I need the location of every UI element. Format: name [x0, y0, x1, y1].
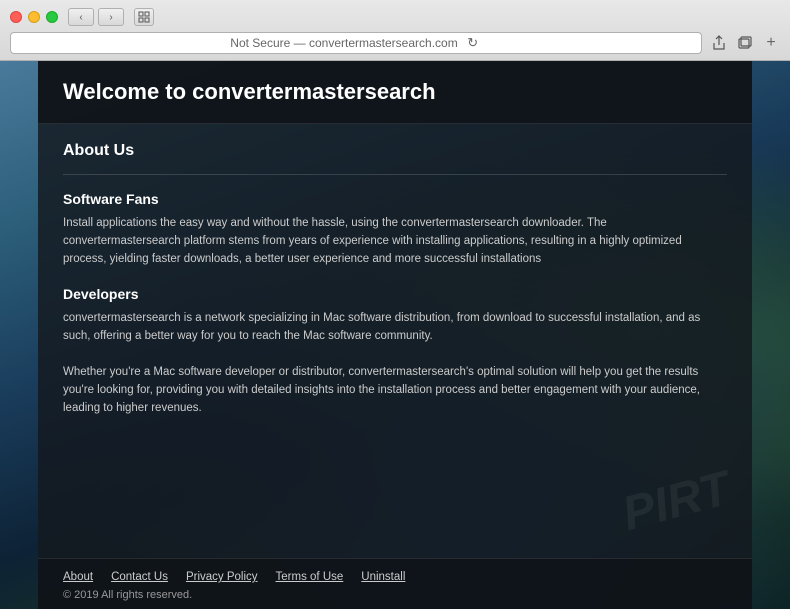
privacy-policy-link[interactable]: Privacy Policy	[186, 571, 258, 583]
footer-links: About Contact Us Privacy Policy Terms of…	[63, 571, 727, 583]
tab-view-button[interactable]	[134, 8, 154, 26]
browser-chrome: ‹ › Not Secure — convertermastersearch.c…	[0, 0, 790, 61]
divider-1	[63, 174, 727, 175]
reload-button[interactable]: ↻	[464, 34, 482, 52]
forward-button[interactable]: ›	[98, 8, 124, 26]
developers-heading: Developers	[63, 286, 727, 302]
main-content: Welcome to convertermastersearch About U…	[38, 61, 752, 609]
site-title: Welcome to convertermastersearch	[63, 79, 727, 105]
site-header: Welcome to convertermastersearch	[38, 61, 752, 124]
terms-of-use-link[interactable]: Terms of Use	[276, 571, 344, 583]
about-us-heading: About Us	[63, 142, 727, 160]
about-link[interactable]: About	[63, 571, 93, 583]
toolbar-icons	[708, 34, 756, 52]
new-tab-button[interactable]: +	[762, 34, 780, 52]
developers-text-1: convertermastersearch is a network speci…	[63, 310, 727, 346]
browser-viewport: Welcome to convertermastersearch About U…	[0, 61, 790, 609]
copyright-text: © 2019 All rights reserved.	[63, 589, 727, 601]
new-window-button[interactable]	[734, 34, 756, 52]
address-bar[interactable]: Not Secure — convertermastersearch.com ↻	[10, 32, 702, 54]
site-footer: About Contact Us Privacy Policy Terms of…	[38, 558, 752, 609]
share-button[interactable]	[708, 34, 730, 52]
nav-buttons: ‹ ›	[68, 8, 124, 26]
browser-titlebar: ‹ ›	[10, 8, 780, 26]
content-area: About Us Software Fans Install applicati…	[38, 124, 752, 558]
back-button[interactable]: ‹	[68, 8, 94, 26]
developers-text-2: Whether you're a Mac software developer …	[63, 364, 727, 417]
close-button[interactable]	[10, 11, 22, 23]
contact-link[interactable]: Contact Us	[111, 571, 168, 583]
minimize-button[interactable]	[28, 11, 40, 23]
address-bar-row: Not Secure — convertermastersearch.com ↻…	[10, 32, 780, 54]
software-fans-heading: Software Fans	[63, 191, 727, 207]
security-status: Not Secure — convertermastersearch.com	[230, 36, 457, 50]
fullscreen-button[interactable]	[46, 11, 58, 23]
uninstall-link[interactable]: Uninstall	[361, 571, 405, 583]
software-fans-text: Install applications the easy way and wi…	[63, 215, 727, 268]
traffic-lights	[10, 11, 58, 23]
